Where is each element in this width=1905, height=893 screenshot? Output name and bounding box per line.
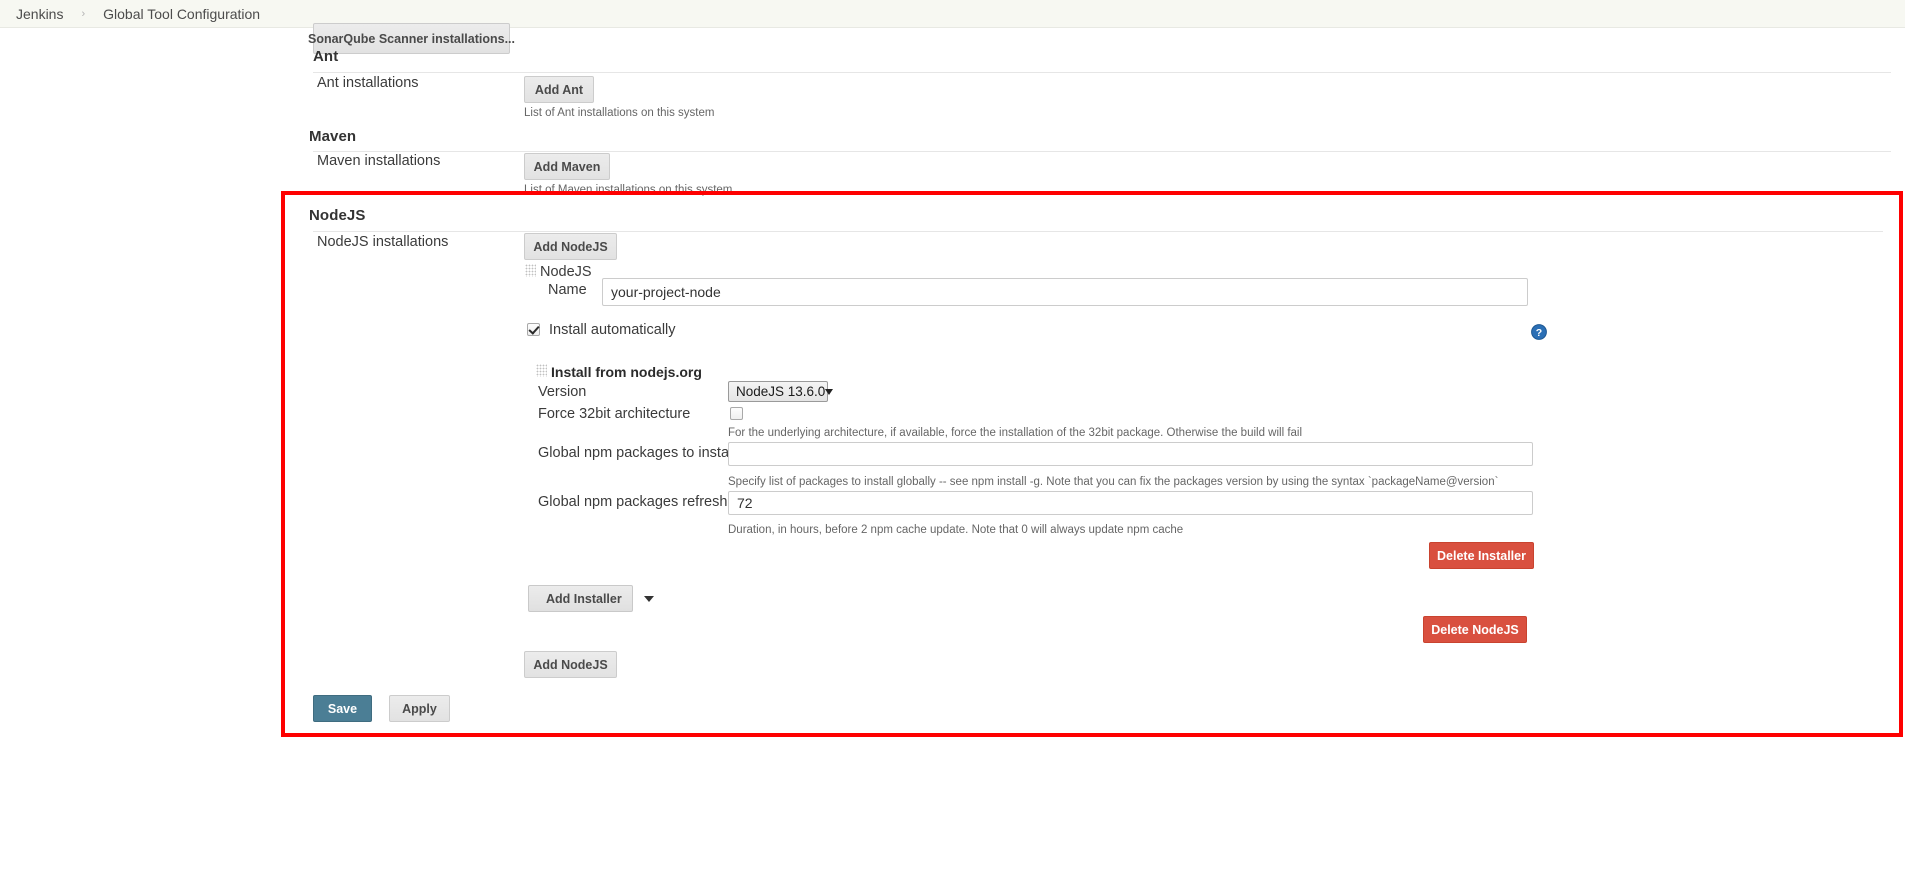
chevron-down-icon-add-installer: [643, 595, 654, 602]
section-divider-maven: [313, 151, 1891, 152]
section-divider-nodejs: [313, 231, 1883, 232]
breadcrumb-item-global-tool-configuration[interactable]: Global Tool Configuration: [103, 6, 260, 22]
save-button[interactable]: Save: [313, 695, 372, 722]
ant-installations-help: List of Ant installations on this system: [524, 107, 715, 119]
breadcrumb: Jenkins › Global Tool Configuration: [0, 0, 1905, 28]
install-automatically-label: Install automatically: [549, 322, 676, 338]
add-nodejs-button-bottom[interactable]: Add NodeJS: [524, 651, 617, 678]
add-nodejs-button-top[interactable]: Add NodeJS: [524, 233, 617, 260]
drag-grip-icon-installer[interactable]: [536, 364, 547, 377]
global-tool-configuration-form: SonarQube Scanner installations... Ant A…: [0, 23, 1905, 893]
breadcrumb-item-jenkins[interactable]: Jenkins: [16, 6, 63, 22]
installer-heading: Install from nodejs.org: [551, 364, 702, 380]
global-npm-packages-help: Specify list of packages to install glob…: [728, 476, 1499, 488]
add-ant-button[interactable]: Add Ant: [524, 76, 594, 103]
force-32bit-label: Force 32bit architecture: [538, 406, 691, 422]
global-npm-packages-input[interactable]: [728, 442, 1533, 466]
apply-button[interactable]: Apply: [389, 695, 450, 722]
help-circle-icon[interactable]: ?: [1531, 324, 1547, 340]
ant-installations-label: Ant installations: [317, 75, 419, 91]
nodejs-name-input[interactable]: [602, 278, 1528, 306]
refresh-hours-help: Duration, in hours, before 2 npm cache u…: [728, 524, 1184, 536]
section-title-maven: Maven: [309, 128, 357, 145]
version-select-value: NodeJS 13.6.0: [736, 384, 826, 399]
version-select[interactable]: NodeJS 13.6.0: [728, 381, 834, 402]
sonarqube-scanner-installations-button[interactable]: SonarQube Scanner installations...: [308, 23, 515, 54]
refresh-hours-input[interactable]: [728, 491, 1533, 515]
maven-installations-help: List of Maven installations on this syst…: [524, 184, 733, 196]
maven-installations-label: Maven installations: [317, 153, 441, 169]
section-divider-ant: [313, 72, 1891, 73]
add-installer-button[interactable]: Add Installer: [528, 585, 654, 612]
breadcrumb-separator-icon: ›: [81, 7, 86, 20]
add-installer-label: Add Installer: [546, 591, 622, 606]
global-npm-packages-label: Global npm packages to install: [538, 445, 736, 461]
version-label: Version: [538, 384, 587, 400]
nodejs-entry-title: NodeJS: [540, 264, 592, 280]
svg-text:?: ?: [1536, 327, 1542, 339]
section-title-ant: Ant: [313, 48, 339, 65]
add-maven-button[interactable]: Add Maven: [524, 153, 610, 180]
delete-installer-button[interactable]: Delete Installer: [1429, 542, 1534, 569]
chevron-down-icon-version: [825, 388, 834, 395]
force-32bit-checkbox[interactable]: [730, 407, 743, 420]
force-32bit-help: For the underlying architecture, if avai…: [728, 427, 1303, 439]
install-automatically-checkbox[interactable]: [527, 323, 540, 336]
delete-nodejs-button[interactable]: Delete NodeJS: [1423, 616, 1527, 643]
nodejs-installations-label: NodeJS installations: [317, 234, 449, 250]
section-title-nodejs: NodeJS: [309, 207, 366, 224]
nodejs-name-label: Name: [548, 282, 587, 298]
drag-grip-icon-nodejs-entry[interactable]: [525, 264, 536, 277]
